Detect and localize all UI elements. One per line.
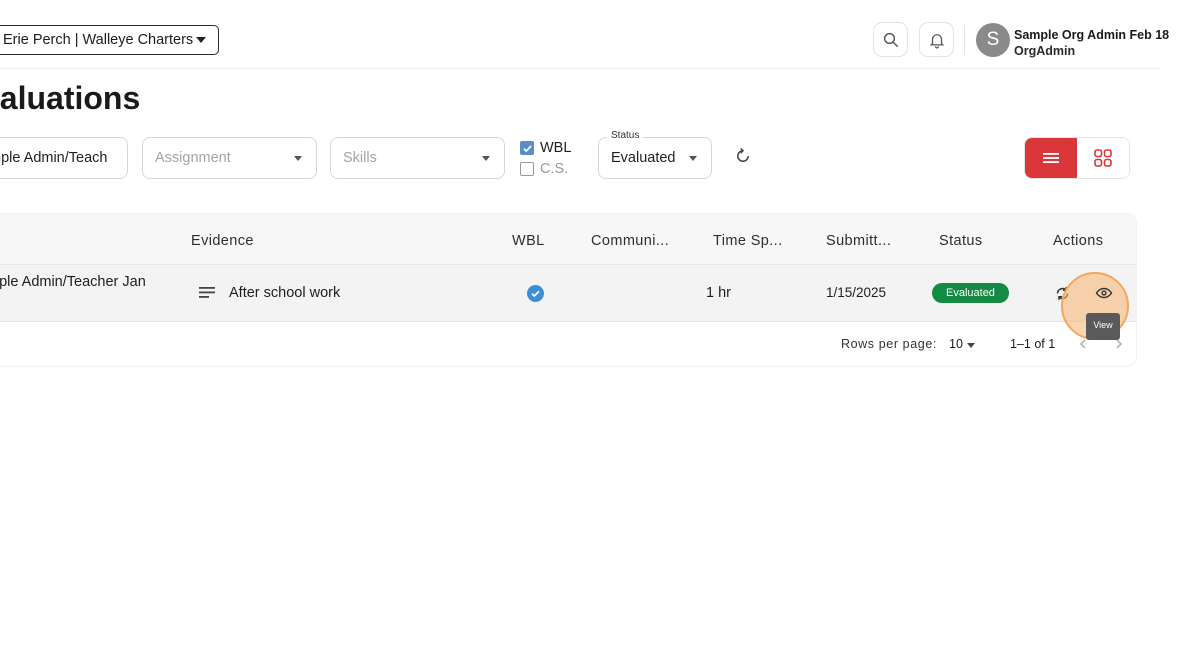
user-role: OrgAdmin	[1014, 44, 1076, 58]
table-pagination: Rows per page: 10 1–1 of 1	[0, 322, 1136, 366]
chevron-down-icon	[482, 156, 490, 161]
rows-per-page-select[interactable]: 10	[949, 337, 963, 351]
column-header-communication[interactable]: Communi...	[591, 233, 669, 249]
student-filter-value: nple Admin/Teach	[0, 150, 108, 166]
notes-icon	[198, 286, 216, 305]
status-filter-label: Status	[607, 130, 644, 141]
avatar-initial: S	[986, 29, 1000, 50]
avatar[interactable]: S	[976, 23, 1010, 57]
chevron-down-icon[interactable]	[967, 343, 975, 348]
search-button[interactable]	[873, 22, 908, 57]
view-button[interactable]	[1094, 283, 1114, 303]
chevron-down-icon	[196, 37, 206, 43]
table-header: t Evidence WBL Communi... Time Sp... Sub…	[0, 214, 1136, 265]
view-tooltip: View	[1086, 313, 1120, 340]
refresh-icon	[737, 147, 749, 162]
cs-checkbox-label: C.S.	[540, 161, 569, 177]
grid-view-button[interactable]	[1077, 138, 1129, 178]
column-header-time-spent[interactable]: Time Sp...	[713, 233, 783, 249]
chevron-down-icon	[294, 156, 302, 161]
student-filter[interactable]: nple Admin/Teach	[0, 137, 128, 179]
status-filter-value: Evaluated	[611, 150, 676, 166]
assignment-placeholder: Assignment	[155, 150, 231, 166]
cs-checkbox[interactable]: C.S.	[520, 161, 568, 177]
table-row[interactable]: nple Admin/Teacher Jan After school work…	[0, 265, 1136, 340]
status-filter[interactable]: Evaluated	[598, 137, 712, 179]
column-header-actions: Actions	[1053, 233, 1104, 249]
checkbox-checked-icon	[520, 141, 534, 155]
wbl-checkbox-label: WBL	[540, 140, 572, 156]
search-icon	[883, 32, 898, 47]
evaluations-table: t Evidence WBL Communi... Time Sp... Sub…	[0, 213, 1137, 367]
page-title: valuations	[0, 80, 141, 116]
reset-filters-button[interactable]	[732, 145, 754, 167]
submitted-date: 1/15/2025	[826, 285, 887, 300]
list-icon	[1043, 153, 1059, 163]
column-header-wbl[interactable]: WBL	[512, 233, 545, 249]
student-name: nple Admin/Teacher Jan	[0, 274, 146, 290]
header-divider-line	[0, 68, 1160, 69]
status-badge: Evaluated	[932, 283, 1009, 303]
column-header-submitted[interactable]: Submitt...	[826, 233, 891, 249]
assignment-filter[interactable]: Assignment	[142, 137, 317, 179]
user-name: Sample Org Admin Feb 18	[1014, 28, 1170, 42]
notifications-button[interactable]	[919, 22, 954, 57]
org-selector[interactable]: Erie Perch | Walleye Charters	[0, 25, 219, 55]
evidence-title[interactable]: After school work	[229, 285, 340, 301]
pagination-range: 1–1 of 1	[1010, 337, 1056, 351]
column-header-status[interactable]: Status	[939, 233, 983, 249]
skills-filter[interactable]: Skills	[330, 137, 505, 179]
checkbox-unchecked-icon	[520, 162, 534, 176]
grid-icon	[1094, 149, 1112, 167]
wbl-checkbox[interactable]: WBL	[520, 140, 571, 156]
time-spent: 1 hr	[706, 285, 731, 301]
org-selector-label: Erie Perch | Walleye Charters	[3, 32, 194, 48]
eye-icon	[1095, 287, 1113, 299]
rows-per-page-label: Rows per page:	[841, 337, 937, 351]
bell-icon	[929, 33, 944, 48]
view-toggle[interactable]	[1024, 137, 1130, 179]
chevron-down-icon	[689, 156, 697, 161]
skills-placeholder: Skills	[343, 150, 377, 166]
check-circle-icon	[527, 285, 544, 302]
list-view-button[interactable]	[1025, 138, 1077, 178]
column-header-evidence[interactable]: Evidence	[191, 233, 254, 249]
header-divider	[964, 25, 965, 55]
